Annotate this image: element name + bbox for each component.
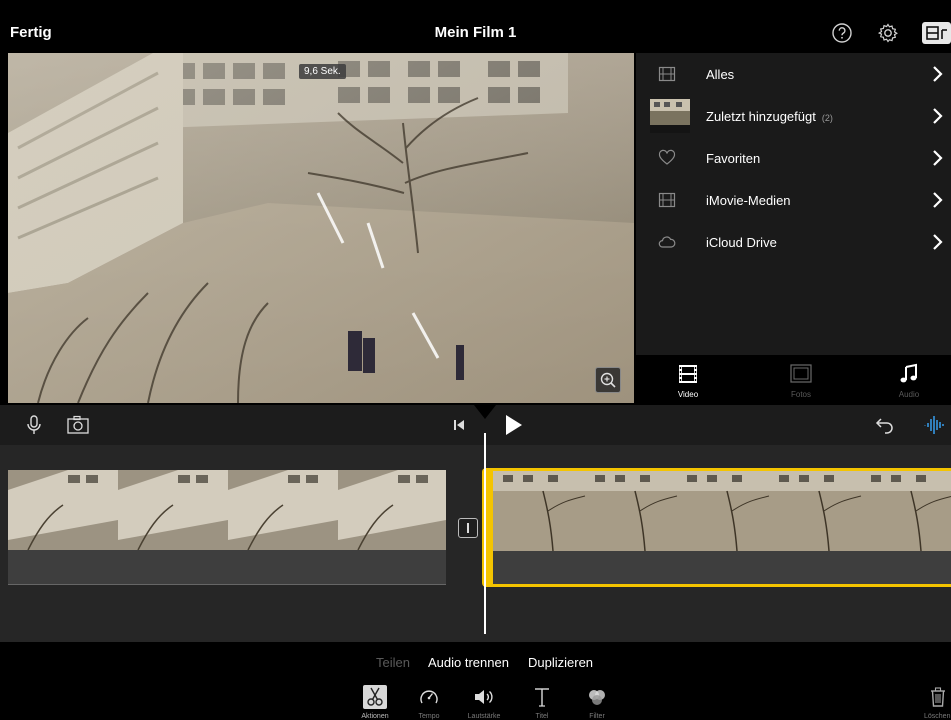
library-item-recently-added[interactable]: Zuletzt hinzugefügt (2) — [636, 95, 951, 137]
clip-audio-track — [493, 551, 951, 584]
skip-to-start-icon[interactable] — [448, 413, 472, 437]
tab-label: Video — [677, 390, 699, 399]
title-t-icon — [530, 685, 554, 709]
duplicate-button[interactable]: Duplizieren — [528, 655, 593, 670]
delete-button[interactable]: Löschen — [924, 685, 951, 720]
music-note-icon — [897, 363, 921, 385]
library-item-imovie-media[interactable]: iMovie-Medien — [636, 179, 951, 221]
chevron-right-icon — [931, 106, 945, 126]
bottom-toolbar: Teilen Audio trennen Duplizieren Aktione… — [0, 642, 951, 720]
playhead-notch — [474, 405, 496, 419]
video-preview[interactable]: 9,6 Sek. — [8, 53, 634, 403]
film-icon — [658, 65, 676, 83]
clip-filmstrip — [493, 471, 951, 551]
library-tab-bar: Video Fotos Audio — [636, 355, 951, 403]
tool-speed[interactable]: Tempo — [399, 685, 459, 720]
transition-button[interactable] — [458, 518, 478, 538]
undo-icon[interactable] — [873, 413, 897, 437]
tab-audio[interactable]: Audio — [859, 355, 951, 403]
tool-label: Löschen — [924, 713, 951, 720]
clip-audio-track — [8, 550, 446, 585]
zoom-in-icon[interactable] — [595, 367, 621, 393]
video-clip-2-selected[interactable] — [482, 468, 951, 587]
tab-photos[interactable]: Fotos — [751, 355, 851, 403]
item-count-badge: (2) — [821, 113, 833, 123]
layout-toggle-icon[interactable] — [922, 22, 951, 44]
speedometer-icon — [417, 685, 441, 709]
scissors-icon — [363, 685, 387, 709]
tool-titles[interactable]: Titel — [512, 685, 572, 720]
detach-audio-button[interactable]: Audio trennen — [428, 655, 509, 670]
camera-icon[interactable] — [66, 413, 90, 437]
tab-video[interactable]: Video — [638, 355, 738, 403]
recent-clip-thumbnail — [650, 99, 690, 133]
timeline[interactable] — [0, 445, 951, 642]
play-icon[interactable] — [502, 413, 526, 437]
cloud-icon — [658, 233, 676, 251]
photos-icon — [789, 363, 813, 385]
filter-icon — [585, 685, 609, 709]
chevron-right-icon — [931, 148, 945, 168]
library-item-icloud-drive[interactable]: iCloud Drive — [636, 221, 951, 263]
media-library-panel: Alles Zuletzt hinzugefügt (2) Favoriten i… — [636, 53, 951, 403]
preview-frame-image — [8, 53, 634, 403]
microphone-icon[interactable] — [22, 413, 46, 437]
tool-label: Titel — [535, 713, 549, 720]
chevron-right-icon — [931, 232, 945, 252]
tool-filters[interactable]: Filter — [567, 685, 627, 720]
library-item-label: Alles — [706, 67, 735, 82]
library-item-label: Favoriten — [706, 151, 761, 166]
film-icon — [658, 191, 676, 209]
library-item-label: iMovie-Medien — [706, 193, 791, 208]
library-item-all[interactable]: Alles — [636, 53, 951, 95]
clip-duration-badge: 9,6 Sek. — [299, 64, 346, 79]
trash-icon — [926, 685, 950, 709]
tab-label: Fotos — [790, 390, 811, 399]
video-icon — [676, 363, 700, 385]
library-item-label: iCloud Drive — [706, 235, 777, 250]
heart-icon — [658, 149, 676, 167]
playhead[interactable] — [484, 433, 486, 634]
project-title: Mein Film 1 — [434, 24, 517, 41]
split-button[interactable]: Teilen — [376, 655, 410, 670]
help-icon[interactable] — [831, 22, 853, 44]
chevron-right-icon — [931, 190, 945, 210]
tool-label: Lautstärke — [467, 713, 501, 720]
timeline-toolbar — [0, 405, 951, 445]
top-bar: Fertig Mein Film 1 — [0, 0, 951, 52]
chevron-right-icon — [931, 64, 945, 84]
tool-actions[interactable]: Aktionen — [345, 685, 405, 720]
tab-label: Audio — [898, 390, 920, 399]
video-clip-1[interactable] — [8, 470, 446, 585]
tool-volume[interactable]: Lautstärke — [454, 685, 514, 720]
library-item-favorites[interactable]: Favoriten — [636, 137, 951, 179]
tool-label: Tempo — [418, 713, 440, 720]
gear-icon[interactable] — [877, 22, 899, 44]
clip-filmstrip — [8, 470, 446, 550]
speaker-icon — [472, 685, 496, 709]
trim-handle[interactable] — [485, 471, 493, 584]
tool-label: Filter — [589, 713, 605, 720]
tool-label: Aktionen — [361, 713, 389, 720]
library-item-label: Zuletzt hinzugefügt (2) — [706, 109, 833, 124]
audio-waveform-icon[interactable] — [922, 413, 946, 437]
